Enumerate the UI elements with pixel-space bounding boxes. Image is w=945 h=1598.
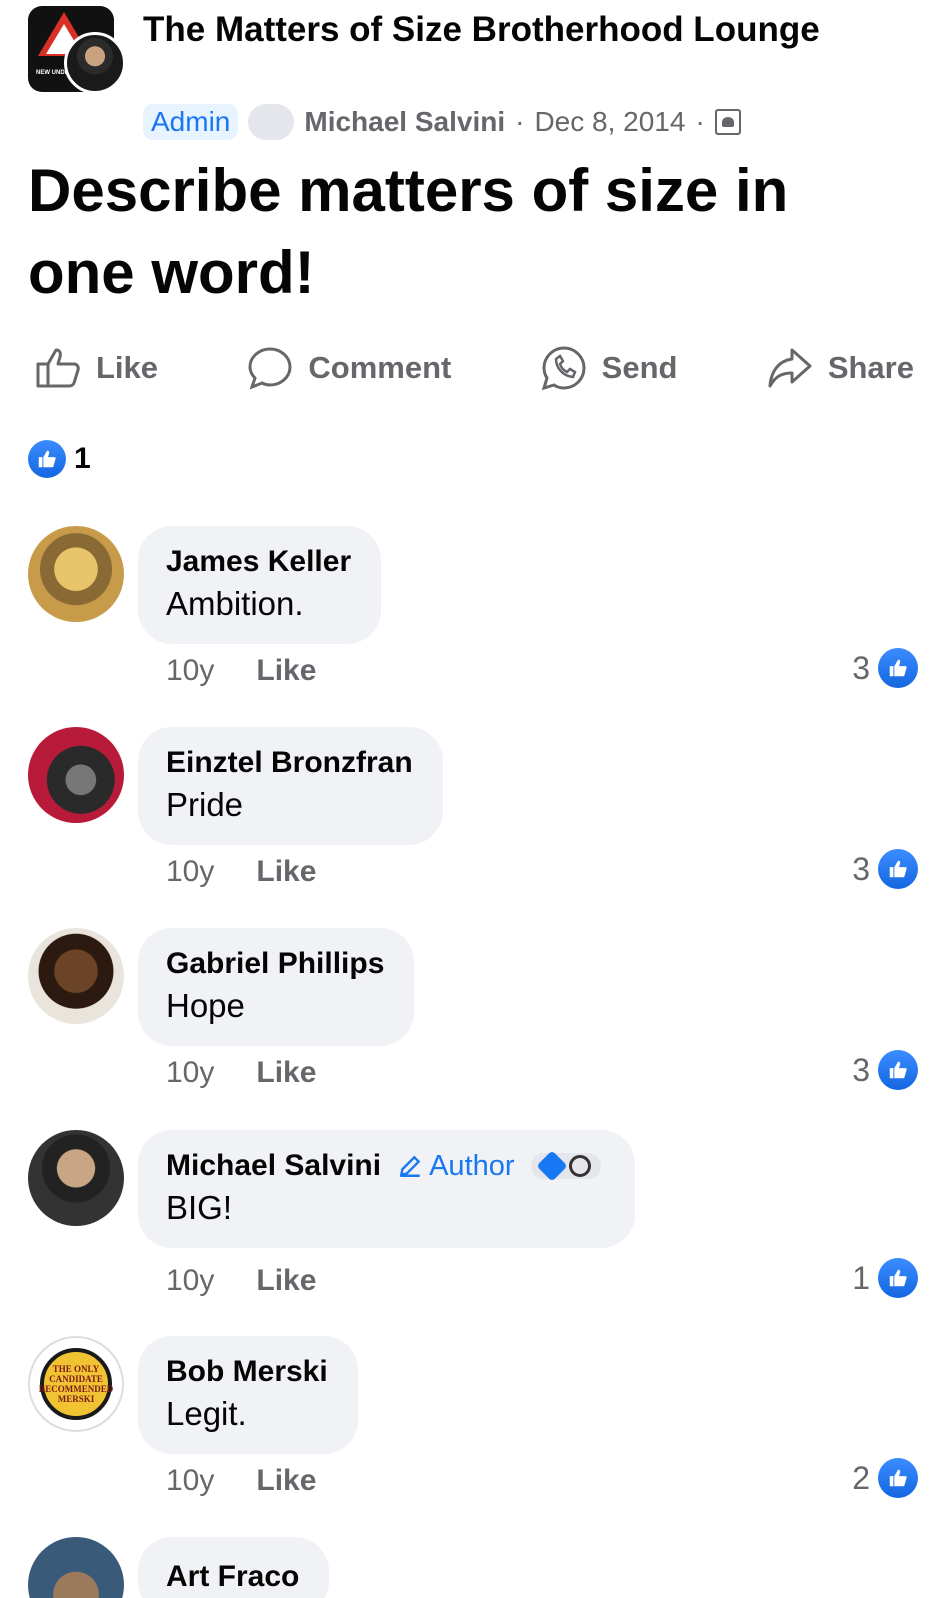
badge-placeholder bbox=[248, 104, 295, 140]
commenter-name-row: Michael Salvini Author bbox=[166, 1146, 601, 1186]
comment-bubble: Art Fraco bbox=[138, 1537, 330, 1598]
like-label: Like bbox=[96, 350, 159, 385]
comment-like-count[interactable]: 2 bbox=[852, 1458, 918, 1498]
post-date[interactable]: Dec 8, 2014 bbox=[534, 106, 685, 138]
commenter-avatar[interactable] bbox=[28, 1130, 124, 1226]
comment-footer: 10y Like bbox=[166, 1464, 316, 1498]
medal-icon bbox=[568, 1155, 591, 1177]
like-reaction-icon bbox=[28, 440, 66, 478]
like-count: 3 bbox=[852, 850, 870, 887]
commenter-name[interactable]: Bob Merski bbox=[166, 1352, 328, 1392]
author-badge: Author bbox=[397, 1146, 515, 1186]
share-icon bbox=[768, 348, 812, 388]
candidate-seal-logo: THE ONLY CANDIDATE RECOMMENDED MERSKI bbox=[39, 1348, 113, 1420]
reaction-count: 1 bbox=[74, 442, 91, 475]
comment-text: Hope bbox=[166, 987, 245, 1024]
author-label: Author bbox=[429, 1150, 515, 1182]
commenter-avatar[interactable]: THE ONLY CANDIDATE RECOMMENDED MERSKI bbox=[28, 1336, 124, 1432]
comment-text: Ambition. bbox=[166, 585, 304, 622]
post-header: NEW UNDER CO The Matters of Size Brother… bbox=[28, 6, 918, 140]
commenter-avatar[interactable] bbox=[28, 526, 124, 622]
post-action-bar: Like Comment Send Share bbox=[34, 340, 914, 396]
comment-time[interactable]: 10y bbox=[166, 1464, 214, 1498]
like-count: 3 bbox=[852, 649, 870, 686]
comment-like-count[interactable]: 3 bbox=[852, 648, 918, 688]
share-button[interactable]: Share bbox=[766, 344, 914, 392]
comment-text: BIG! bbox=[166, 1189, 233, 1226]
top-contributor-icon bbox=[535, 1150, 568, 1182]
comment-like-button[interactable]: Like bbox=[256, 654, 316, 688]
comment-label: Comment bbox=[308, 350, 452, 385]
admin-badge: Admin bbox=[143, 104, 239, 140]
like-reaction-icon bbox=[878, 849, 918, 889]
commenter-name[interactable]: Einztel Bronzfran bbox=[166, 743, 413, 783]
comment-bubble: Bob Merski Legit. bbox=[138, 1336, 358, 1454]
thumbs-up-icon bbox=[36, 348, 80, 388]
commenter-name[interactable]: Gabriel Phillips bbox=[166, 944, 384, 984]
send-button[interactable]: Send bbox=[540, 344, 678, 392]
whatsapp-icon bbox=[541, 346, 586, 391]
comment-footer: 10y Like bbox=[166, 855, 316, 889]
like-count: 2 bbox=[852, 1459, 870, 1496]
like-reaction-icon bbox=[878, 648, 918, 688]
reaction-summary[interactable]: 1 bbox=[28, 440, 91, 478]
comment-like-button[interactable]: Like bbox=[256, 1056, 316, 1090]
post-title: Describe matters of size in one word! bbox=[28, 157, 789, 306]
group-name[interactable]: The Matters of Size Brotherhood Lounge bbox=[143, 6, 843, 54]
meta-separator: · bbox=[695, 106, 705, 137]
member-badges[interactable] bbox=[530, 1150, 601, 1182]
comment-like-button[interactable]: Like bbox=[256, 1264, 316, 1298]
poster-avatar[interactable] bbox=[64, 32, 126, 94]
comment-time[interactable]: 10y bbox=[166, 1056, 214, 1090]
commenter-name[interactable]: Michael Salvini bbox=[166, 1146, 381, 1186]
comment-footer: 10y Like bbox=[166, 1056, 316, 1090]
commenter-avatar[interactable] bbox=[28, 928, 124, 1024]
comment-footer: 10y Like bbox=[166, 1264, 316, 1298]
like-reaction-icon bbox=[878, 1258, 918, 1298]
commenter-name[interactable]: Art Fraco bbox=[166, 1553, 299, 1597]
comment-like-count[interactable]: 3 bbox=[852, 849, 918, 889]
commenter-avatar[interactable] bbox=[28, 727, 124, 823]
commenter-avatar[interactable] bbox=[28, 1537, 124, 1598]
like-button[interactable]: Like bbox=[34, 344, 158, 392]
comment-bubble: Einztel Bronzfran Pride bbox=[138, 727, 443, 845]
poster-name[interactable]: Michael Salvini bbox=[304, 106, 505, 138]
send-label: Send bbox=[601, 350, 678, 385]
like-reaction-icon bbox=[878, 1458, 918, 1498]
pencil-icon bbox=[399, 1155, 421, 1177]
comment-time[interactable]: 10y bbox=[166, 654, 214, 688]
like-reaction-icon bbox=[878, 1050, 918, 1090]
comment-button[interactable]: Comment bbox=[246, 344, 451, 392]
comment-text: Pride bbox=[166, 786, 244, 823]
comment-like-button[interactable]: Like bbox=[256, 1464, 316, 1498]
comment-bubble: Gabriel Phillips Hope bbox=[138, 928, 415, 1046]
comment-like-count[interactable]: 1 bbox=[852, 1258, 918, 1298]
comment-time[interactable]: 10y bbox=[166, 855, 214, 889]
like-count: 3 bbox=[852, 1051, 870, 1088]
comment-like-count[interactable]: 3 bbox=[852, 1050, 918, 1090]
share-label: Share bbox=[827, 350, 914, 385]
like-count: 1 bbox=[852, 1259, 870, 1296]
group-privacy-icon bbox=[714, 109, 741, 135]
comment-text: Legit. bbox=[166, 1395, 247, 1432]
comment-bubble: James Keller Ambition. bbox=[138, 526, 382, 644]
post-meta: Admin Michael Salvini · Dec 8, 2014 · bbox=[143, 102, 741, 142]
commenter-name[interactable]: James Keller bbox=[166, 542, 351, 582]
comment-icon bbox=[248, 347, 292, 390]
meta-separator: · bbox=[515, 106, 525, 137]
comment-bubble: Michael Salvini Author BIG! bbox=[138, 1130, 635, 1248]
comment-like-button[interactable]: Like bbox=[256, 855, 316, 889]
comment-time[interactable]: 10y bbox=[166, 1264, 214, 1298]
comment-footer: 10y Like bbox=[166, 654, 316, 688]
